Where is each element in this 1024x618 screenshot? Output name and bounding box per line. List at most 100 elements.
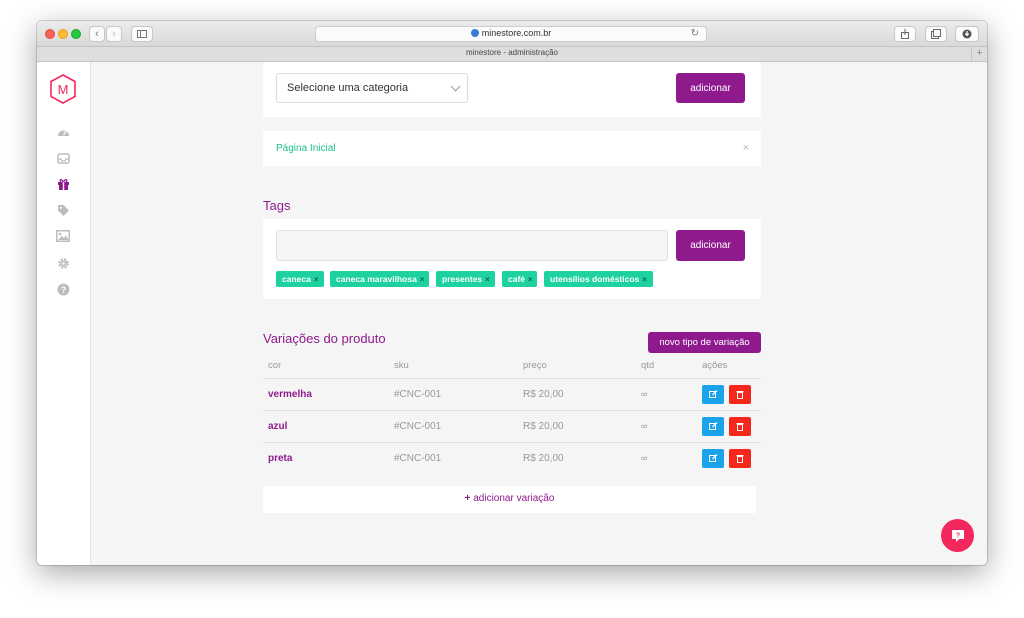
downloads-button[interactable] — [955, 26, 979, 42]
share-button[interactable] — [894, 26, 916, 42]
chat-help-icon: ? — [951, 529, 964, 542]
remove-tag-icon[interactable]: × — [420, 275, 425, 284]
selected-category-link[interactable]: Página Inicial — [276, 143, 335, 154]
remove-tag-icon[interactable]: × — [642, 275, 647, 284]
edit-icon — [708, 454, 717, 462]
tabs-overview-button[interactable] — [925, 26, 947, 42]
tag-chip: presentes × — [436, 271, 495, 287]
tabs-icon — [931, 29, 941, 39]
column-header-preco: preço — [523, 360, 547, 371]
url-text: minestore.com.br — [481, 28, 552, 38]
add-category-button[interactable]: adicionar — [676, 73, 745, 103]
tag-label: presentes — [442, 274, 483, 284]
download-icon — [962, 29, 972, 39]
browser-window: ‹ › minestore.com.br ↻ minestore - admin… — [37, 21, 987, 565]
logo-letter: M — [58, 82, 69, 97]
variation-quantity: ∞ — [641, 421, 648, 431]
page-content: M ? Selecione uma categoria adicionar Pá… — [37, 62, 987, 565]
minestore-logo[interactable]: M — [49, 74, 77, 104]
category-select-value: Selecione uma categoria — [287, 82, 409, 94]
globe-icon — [470, 29, 479, 37]
tag-chip: caneca maravilhosa × — [330, 271, 429, 287]
delete-variation-button[interactable] — [729, 385, 751, 404]
edit-variation-button[interactable] — [702, 385, 724, 404]
tag-label: caneca — [282, 274, 311, 284]
tags-title: Tags — [263, 198, 291, 213]
table-divider — [263, 378, 761, 379]
dashboard-icon[interactable] — [56, 124, 70, 138]
back-button[interactable]: ‹ — [89, 26, 105, 42]
selected-category-panel: Página Inicial × — [263, 131, 761, 166]
category-select[interactable]: Selecione uma categoria — [276, 73, 468, 103]
inbox-icon[interactable] — [56, 151, 70, 165]
table-divider — [263, 410, 761, 411]
variation-quantity: ∞ — [641, 453, 648, 463]
gift-icon[interactable] — [56, 176, 70, 190]
tag-chip: utensílios domésticos × — [544, 271, 653, 287]
chevron-right-icon: › — [112, 28, 116, 40]
tag-label: café — [508, 274, 526, 284]
variation-price: R$ 20,00 — [523, 453, 564, 464]
forward-button[interactable]: › — [106, 26, 122, 42]
variations-title: Variações do produto — [263, 331, 386, 346]
edit-variation-button[interactable] — [702, 417, 724, 436]
close-window-button[interactable] — [45, 29, 55, 39]
sidebar-icon — [137, 30, 147, 38]
sidebar-toggle-button[interactable] — [131, 26, 153, 42]
chevron-down-icon — [450, 81, 461, 92]
title-bar: ‹ › minestore.com.br ↻ — [37, 21, 987, 47]
edit-icon — [708, 422, 717, 430]
variation-color[interactable]: preta — [268, 453, 292, 464]
delete-variation-button[interactable] — [729, 449, 751, 468]
variation-sku: #CNC-001 — [394, 389, 442, 400]
zoom-window-button[interactable] — [71, 29, 81, 39]
tags-input[interactable] — [276, 230, 668, 261]
remove-tag-icon[interactable]: × — [485, 275, 490, 284]
edit-icon — [708, 390, 717, 398]
trash-icon — [736, 423, 744, 431]
help-icon[interactable]: ? — [56, 282, 70, 296]
column-header-cor: cor — [268, 360, 282, 371]
share-icon — [901, 29, 909, 39]
tab-title[interactable]: minestore - administração — [37, 48, 987, 57]
add-variation-label: adicionar variação — [473, 493, 555, 504]
add-variation-link[interactable]: + adicionar variação — [465, 493, 555, 504]
add-tag-button[interactable]: adicionar — [676, 230, 745, 261]
tag-chip: caneca × — [276, 271, 324, 287]
variation-color[interactable]: vermelha — [268, 389, 312, 400]
remove-tag-icon[interactable]: × — [528, 275, 533, 284]
image-icon[interactable] — [56, 229, 70, 243]
tag-icon[interactable] — [56, 203, 70, 217]
new-variation-type-button[interactable]: novo tipo de variação — [648, 332, 761, 353]
gear-icon[interactable] — [56, 256, 70, 270]
new-tab-button[interactable]: + — [971, 47, 987, 61]
variation-color[interactable]: azul — [268, 421, 287, 432]
edit-variation-button[interactable] — [702, 449, 724, 468]
remove-tag-icon[interactable]: × — [314, 275, 319, 284]
minimize-window-button[interactable] — [58, 29, 68, 39]
variation-price: R$ 20,00 — [523, 389, 564, 400]
add-variation-panel[interactable]: + adicionar variação — [263, 486, 756, 513]
address-bar[interactable]: minestore.com.br ↻ — [315, 26, 707, 42]
category-panel: Selecione uma categoria adicionar — [263, 62, 761, 117]
svg-text:?: ? — [60, 285, 66, 295]
column-header-sku: sku — [394, 360, 409, 371]
variation-sku: #CNC-001 — [394, 453, 442, 464]
svg-text:?: ? — [955, 532, 959, 539]
variation-sku: #CNC-001 — [394, 421, 442, 432]
variation-quantity: ∞ — [641, 389, 648, 399]
tag-label: caneca maravilhosa — [336, 274, 417, 284]
table-divider — [263, 442, 761, 443]
admin-sidebar: M ? — [37, 62, 91, 565]
tag-label: utensílios domésticos — [550, 274, 640, 284]
remove-category-icon[interactable]: × — [743, 142, 749, 154]
column-header-acoes: ações — [702, 360, 728, 371]
delete-variation-button[interactable] — [729, 417, 751, 436]
tab-bar: minestore - administração + — [37, 47, 987, 62]
help-chat-button[interactable]: ? — [941, 519, 974, 552]
reload-icon[interactable]: ↻ — [691, 28, 699, 39]
trash-icon — [736, 391, 744, 399]
variation-price: R$ 20,00 — [523, 421, 564, 432]
plus-icon: + — [464, 493, 471, 504]
trash-icon — [736, 455, 744, 463]
